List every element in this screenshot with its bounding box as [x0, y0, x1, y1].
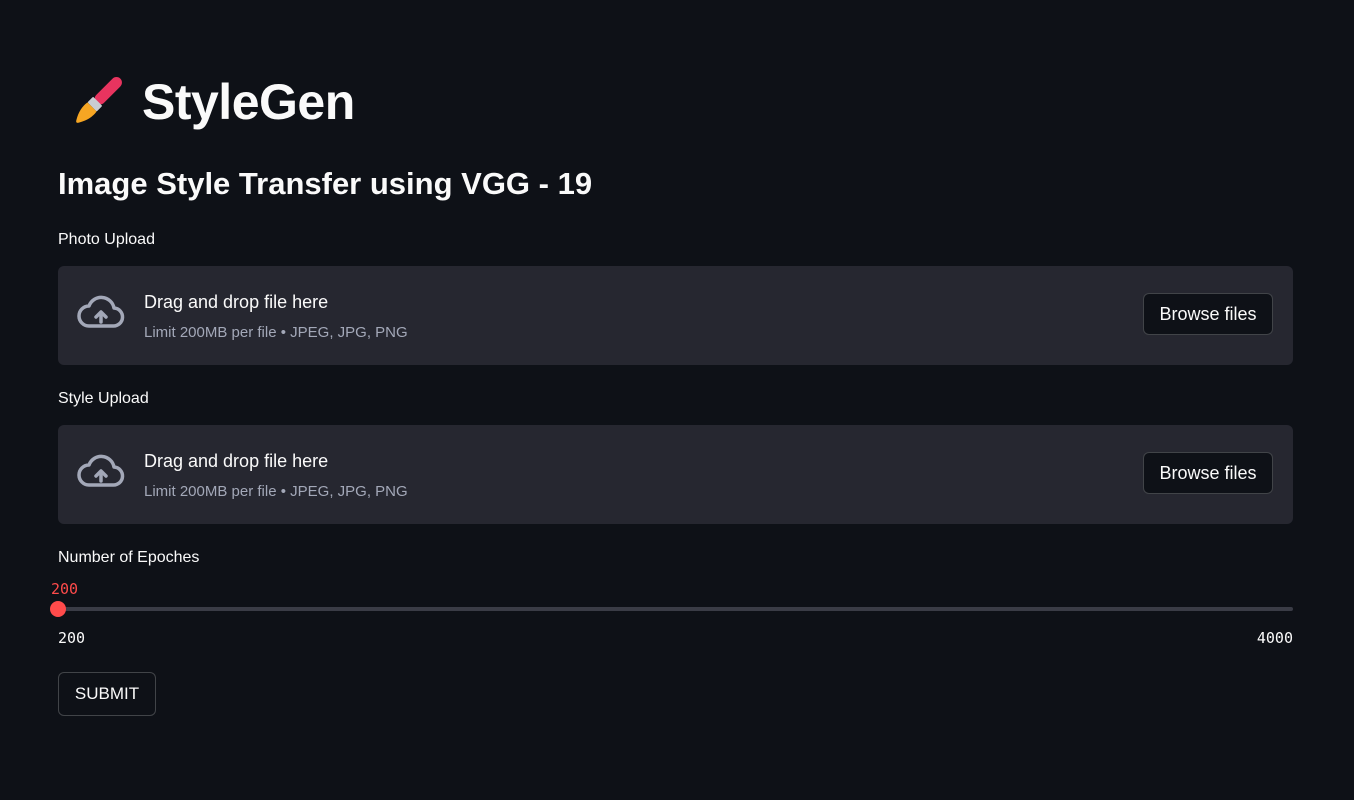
style-upload-label: Style Upload	[58, 390, 149, 407]
slider-max-label: 4000	[1256, 629, 1293, 647]
app-title: StyleGen	[142, 74, 355, 130]
cloud-upload-icon	[76, 453, 126, 493]
title-row: StyleGen	[66, 70, 355, 134]
photo-upload-label: Photo Upload	[58, 231, 155, 248]
slider-min-label: 200	[58, 629, 86, 647]
photo-browse-files-button[interactable]: Browse files	[1143, 293, 1273, 335]
page-subtitle: Image Style Transfer using VGG - 19	[58, 166, 593, 201]
app-root: StyleGen Image Style Transfer using VGG …	[0, 0, 1354, 800]
photo-file-limit: Limit 200MB per file • JPEG, JPG, PNG	[144, 324, 408, 341]
submit-button[interactable]: SUBMIT	[58, 672, 156, 716]
epochs-slider-track[interactable]	[50, 601, 1293, 617]
paintbrush-icon	[66, 71, 128, 133]
cloud-upload-icon	[76, 294, 126, 334]
photo-drop-instruction: Drag and drop file here	[144, 292, 329, 312]
epochs-slider-label: Number of Epoches	[58, 549, 200, 566]
epochs-slider-thumb[interactable]	[50, 601, 66, 617]
photo-upload-dropzone[interactable]: Drag and drop file here Limit 200MB per …	[58, 266, 1293, 365]
style-upload-dropzone[interactable]: Drag and drop file here Limit 200MB per …	[58, 425, 1293, 524]
style-file-limit: Limit 200MB per file • JPEG, JPG, PNG	[144, 483, 408, 500]
style-drop-instruction: Drag and drop file here	[144, 451, 329, 471]
style-browse-files-button[interactable]: Browse files	[1143, 452, 1273, 494]
slider-current-value: 200	[51, 580, 79, 598]
